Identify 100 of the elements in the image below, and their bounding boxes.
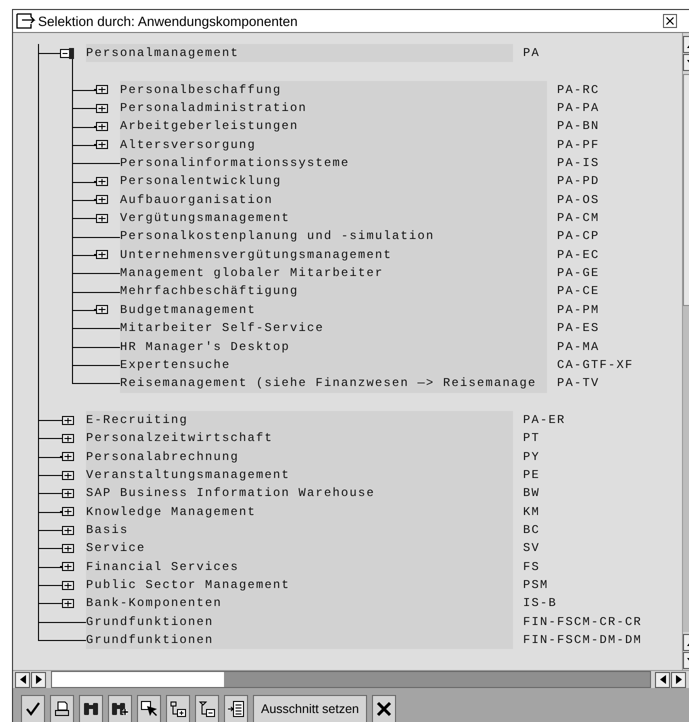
expand-icon[interactable] <box>60 506 74 518</box>
component-code: PE <box>523 466 540 484</box>
expand-icon[interactable] <box>60 451 74 462</box>
expand-icon[interactable] <box>94 139 108 150</box>
tree-node-label[interactable]: HR Manager's Desktop <box>120 338 547 356</box>
tree-node-label[interactable]: Public Sector Management <box>86 576 513 594</box>
tree-node-label[interactable]: Financial Services <box>86 558 513 576</box>
component-code: PA-PM <box>557 302 600 319</box>
tree-node-label[interactable]: Bank-Komponenten <box>86 594 513 613</box>
tree-node-label[interactable]: Mehrfachbeschäftigung <box>120 282 547 301</box>
checkmark-icon <box>24 700 42 718</box>
tree-node-label[interactable]: Personaladministration <box>120 99 547 118</box>
expand-icon[interactable] <box>94 102 108 114</box>
binoculars-icon <box>82 700 100 718</box>
component-code: FS <box>523 558 540 576</box>
expand-icon[interactable] <box>94 176 108 188</box>
component-code: KM <box>523 504 540 521</box>
right-arrow-icon[interactable] <box>36 675 42 684</box>
component-code: PA-CP <box>557 228 600 246</box>
expand-icon[interactable] <box>94 249 108 260</box>
component-code: PA-BN <box>557 118 600 136</box>
tree-node-label[interactable]: Basis <box>86 520 513 540</box>
printer-icon <box>53 700 71 718</box>
find-next-button[interactable] <box>108 695 132 722</box>
expand-icon[interactable] <box>60 542 74 554</box>
tree-node-label[interactable]: Budgetmanagement <box>120 300 547 320</box>
expand-icon[interactable] <box>94 121 108 132</box>
tree-node-label[interactable]: Unternehmensvergütungsmanagement <box>120 246 547 264</box>
component-code: PY <box>523 448 540 466</box>
binoculars-plus-icon <box>111 700 129 718</box>
tree-node-label[interactable]: SAP Business Information Warehouse <box>86 484 513 503</box>
expand-icon[interactable] <box>94 304 108 316</box>
close-icon[interactable] <box>663 14 677 28</box>
tree-node-label[interactable]: Personalentwicklung <box>120 172 547 191</box>
tree-node-label[interactable]: Reisemanagement (siehe Finanzwesen —> Reisemanage <box>120 374 547 393</box>
expand-icon[interactable] <box>60 470 74 481</box>
tree-node-label[interactable]: Aufbauorganisation <box>120 190 547 210</box>
component-code: PA-CM <box>557 210 600 228</box>
tree-node-label[interactable]: Vergütungsmanagement <box>120 209 547 228</box>
expand-button[interactable] <box>166 695 190 722</box>
collapse-subtree-icon <box>198 700 216 718</box>
tree-node-label[interactable]: Personalinformationssysteme <box>120 154 547 172</box>
component-code: PA <box>523 45 540 62</box>
print-button[interactable] <box>50 695 74 722</box>
collapse-icon[interactable] <box>60 48 74 59</box>
tree-node-label[interactable]: E-Recruiting <box>86 410 513 430</box>
expand-icon[interactable] <box>60 598 74 609</box>
set-section-button[interactable]: Ausschnitt setzen <box>253 695 367 722</box>
tree-node-label[interactable]: Veranstaltungsmanagement <box>86 466 513 484</box>
component-code: IS-B <box>523 595 558 612</box>
collapse-button[interactable] <box>195 695 219 722</box>
list-icon <box>227 700 245 718</box>
tree-node-label[interactable]: Personalkostenplanung und -simulation <box>120 227 547 246</box>
component-code: PA-OS <box>557 192 600 209</box>
left-arrow-icon[interactable] <box>660 675 666 684</box>
tree-node-label[interactable]: Personalzeitwirtschaft <box>86 429 513 448</box>
expand-icon[interactable] <box>60 432 74 444</box>
tree-node-label[interactable]: Personalbeschaffung <box>120 80 547 100</box>
component-code: SV <box>523 540 540 558</box>
expand-icon[interactable] <box>60 524 74 536</box>
component-code: PA-RC <box>557 82 600 99</box>
expand-subtree-icon <box>169 700 187 718</box>
tree-node-label[interactable]: Personalabrechnung <box>86 448 513 466</box>
check-button[interactable] <box>21 695 45 722</box>
tree-node-label[interactable]: Grundfunktionen <box>86 612 513 631</box>
tree-node-label[interactable]: Management globaler Mitarbeiter <box>120 264 547 282</box>
find-button[interactable] <box>79 695 103 722</box>
component-code: PSM <box>523 576 549 594</box>
tree-node-label[interactable]: Arbeitgeberleistungen <box>120 117 547 136</box>
component-code: PA-EC <box>557 246 600 264</box>
subtree-button[interactable] <box>224 695 248 722</box>
expand-icon[interactable] <box>60 580 74 591</box>
expand-icon[interactable] <box>94 212 108 224</box>
component-code: PA-GE <box>557 265 600 282</box>
tree-node-label[interactable]: Grundfunktionen <box>86 631 513 650</box>
right-arrow-icon[interactable] <box>676 675 682 684</box>
left-arrow-icon[interactable] <box>20 675 26 684</box>
cancel-button[interactable] <box>372 695 396 722</box>
select-button[interactable] <box>137 695 161 722</box>
tree-node-label[interactable]: Altersversorgung <box>120 136 547 154</box>
window-title: Selektion durch: Anwendungskomponenten <box>38 14 299 28</box>
component-code: FIN-FSCM-DM-DM <box>523 632 642 649</box>
component-code: PA-CE <box>557 283 600 300</box>
component-code: PT <box>523 430 540 448</box>
expand-icon[interactable] <box>94 194 108 206</box>
expand-icon[interactable] <box>60 561 74 572</box>
tree-node-label[interactable]: Mitarbeiter Self-Service <box>120 319 547 338</box>
expand-icon[interactable] <box>60 414 74 426</box>
expand-icon[interactable] <box>60 488 74 499</box>
component-code: PA-IS <box>557 155 600 172</box>
tree-node-label[interactable]: Knowledge Management <box>86 502 513 521</box>
tree-node-label[interactable]: Personalmanagement <box>86 44 513 62</box>
horizontal-scrollbar[interactable] <box>13 670 689 688</box>
expand-icon[interactable] <box>94 84 108 96</box>
component-code: BC <box>523 522 540 539</box>
tree-node-label[interactable]: Expertensuche <box>120 356 547 374</box>
window-icon <box>16 13 36 29</box>
component-code: PA-ER <box>523 412 566 429</box>
cancel-icon <box>374 700 393 718</box>
tree-node-label[interactable]: Service <box>86 539 513 558</box>
